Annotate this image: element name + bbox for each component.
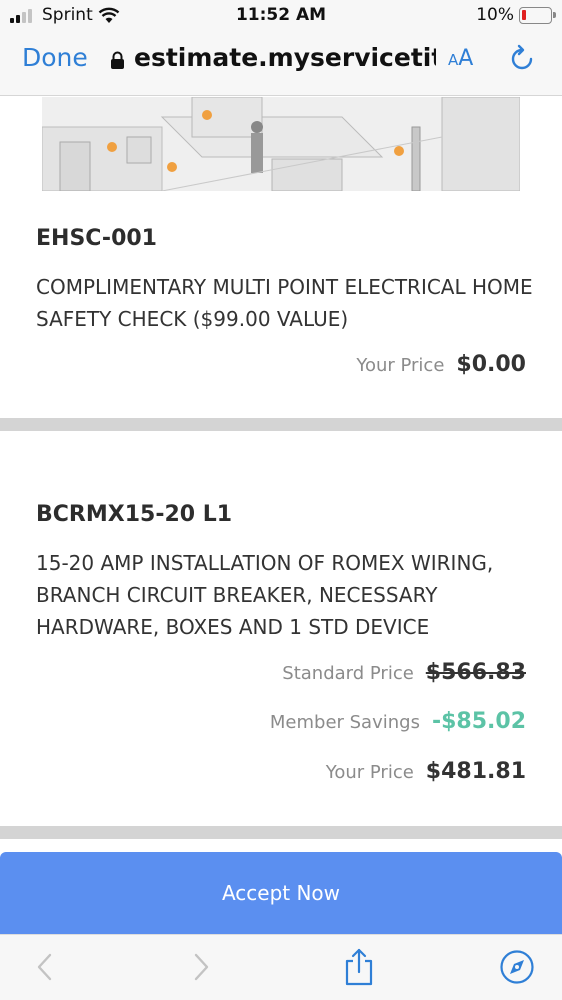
- item-description: COMPLIMENTARY MULTI POINT ELECTRICAL HOM…: [36, 275, 533, 331]
- estimate-content: EHSC-001 COMPLIMENTARY MULTI POINT ELECT…: [0, 97, 562, 853]
- house-diagram-image: [42, 97, 520, 191]
- item-description: 15-20 AMP INSTALLATION OF ROMEX WIRING, …: [36, 551, 494, 639]
- your-price-row: Your Price $481.81: [326, 759, 526, 784]
- status-bar: Sprint 11:52 AM 10%: [0, 0, 562, 32]
- browser-bar: Done estimate.myservicetitan.com AA: [0, 32, 562, 96]
- member-savings-value: -$85.02: [431, 709, 526, 734]
- forward-icon[interactable]: [190, 949, 212, 985]
- your-price-value: $481.81: [425, 759, 526, 784]
- your-price-row: Your Price $0.00: [356, 352, 526, 377]
- your-price-value: $0.00: [456, 352, 526, 377]
- member-savings-row: Member Savings -$85.02: [270, 709, 526, 734]
- item-code: EHSC-001: [36, 226, 157, 251]
- standard-price-row: Standard Price $566.83: [282, 660, 526, 685]
- item-code: BCRMX15-20 L1: [36, 502, 233, 527]
- lock-icon: [111, 51, 124, 69]
- text-size-button[interactable]: AA: [448, 46, 473, 71]
- browser-toolbar: [0, 934, 562, 1000]
- battery-icon: [519, 7, 556, 24]
- accept-now-button[interactable]: Accept Now: [0, 852, 562, 934]
- standard-price-value: $566.83: [425, 660, 526, 685]
- standard-price-label: Standard Price: [282, 663, 414, 684]
- compass-icon[interactable]: [499, 949, 535, 985]
- your-price-label: Your Price: [356, 355, 445, 376]
- your-price-label: Your Price: [325, 762, 414, 783]
- text-size-small: A: [448, 51, 459, 69]
- battery-percent: 10%: [476, 5, 514, 25]
- back-icon[interactable]: [34, 949, 56, 985]
- text-size-large: A: [458, 46, 474, 71]
- share-icon[interactable]: [343, 947, 375, 987]
- reload-icon[interactable]: [508, 44, 536, 74]
- divider: [0, 826, 562, 839]
- done-button[interactable]: Done: [22, 43, 88, 72]
- member-savings-label: Member Savings: [269, 712, 420, 733]
- url-field[interactable]: estimate.myservicetitan.com: [134, 43, 436, 72]
- divider: [0, 418, 562, 431]
